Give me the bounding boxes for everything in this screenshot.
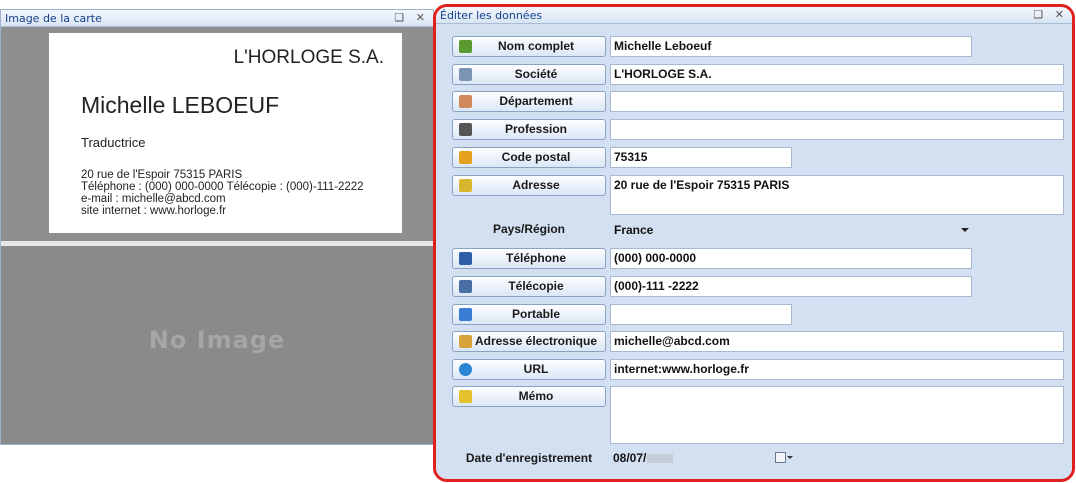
country-select[interactable]: France	[610, 220, 974, 240]
card-company: L'HORLOGE S.A.	[233, 47, 384, 68]
phone-label: Téléphone	[505, 251, 566, 265]
address-button[interactable]: Adresse	[452, 175, 606, 196]
no-image-text: No Image	[148, 326, 286, 354]
globe-icon	[459, 363, 472, 376]
card-address: 20 rue de l'Espoir 75315 PARIS	[81, 169, 243, 181]
postal-icon	[459, 151, 472, 164]
dropdown-arrow-icon[interactable]	[787, 456, 793, 459]
company-label: Société	[514, 67, 558, 81]
mobile-field[interactable]	[610, 304, 792, 325]
profession-field[interactable]	[610, 119, 1064, 140]
email-button[interactable]: Adresse électronique	[452, 331, 606, 352]
email-field[interactable]: michelle@abcd.com	[610, 331, 1064, 352]
mobile-button[interactable]: Portable	[452, 304, 606, 325]
company-button[interactable]: Société	[452, 64, 606, 85]
card-image-pane: Image de la carte ❑ ✕ L'HORLOGE S.A. Mic…	[0, 9, 434, 445]
card-phone: Téléphone : (000) 000-0000 Télécopie : (…	[81, 181, 364, 193]
calendar-icon[interactable]	[775, 452, 786, 463]
fax-button[interactable]: Télécopie	[452, 276, 606, 297]
edit-pane-controls[interactable]: ❑ ✕	[1033, 8, 1068, 21]
card-site: site internet : www.horloge.fr	[81, 205, 227, 217]
url-label: URL	[523, 362, 549, 376]
card-job-title: Traductrice	[81, 135, 146, 150]
postal-code-field[interactable]: 75315	[610, 147, 792, 168]
fax-label: Télécopie	[508, 279, 564, 293]
business-card-front: L'HORLOGE S.A. Michelle LEBOEUF Traductr…	[49, 33, 402, 233]
date-picker[interactable]: 08/07/	[610, 448, 793, 469]
mobile-icon	[459, 308, 472, 321]
department-field[interactable]	[610, 91, 1064, 112]
memo-button[interactable]: Mémo	[452, 386, 606, 407]
edit-pane-title-bar: Éditer les données ❑ ✕	[436, 7, 1072, 24]
company-field[interactable]: L'HORLOGE S.A.	[610, 64, 1064, 85]
department-button[interactable]: Département	[452, 91, 606, 112]
postal-code-label: Code postal	[501, 150, 571, 164]
card-pane-title-bar: Image de la carte ❑ ✕	[1, 10, 433, 27]
url-button[interactable]: URL	[452, 359, 606, 380]
phone-field[interactable]: (000) 000-0000	[610, 248, 972, 269]
phone-icon	[459, 252, 472, 265]
url-field[interactable]: internet:www.horloge.fr	[610, 359, 1064, 380]
postal-code-button[interactable]: Code postal	[452, 147, 606, 168]
card-name: Michelle LEBOEUF	[81, 92, 280, 118]
person-icon	[459, 40, 472, 53]
mobile-label: Portable	[511, 307, 560, 321]
full-name-field[interactable]: Michelle Leboeuf	[610, 36, 972, 57]
department-label: Département	[499, 94, 573, 108]
address-label: Adresse	[512, 178, 560, 192]
worker-icon	[459, 123, 472, 136]
memo-label: Mémo	[518, 389, 554, 403]
country-label: Pays/Région	[492, 222, 566, 236]
memo-field[interactable]	[610, 386, 1064, 444]
full-name-label: Nom complet	[497, 39, 574, 53]
date-value: 08/07/	[613, 451, 647, 465]
card-pane-title: Image de la carte	[5, 12, 102, 25]
edit-data-pane: Éditer les données ❑ ✕ Nom complet Miche…	[433, 4, 1075, 482]
house-icon	[459, 179, 472, 192]
edit-form: Nom complet Michelle Leboeuf Société L'H…	[436, 24, 1072, 479]
phone-button[interactable]: Téléphone	[452, 248, 606, 269]
card-front-area: L'HORLOGE S.A. Michelle LEBOEUF Traductr…	[1, 27, 433, 241]
door-icon	[459, 95, 472, 108]
chevron-down-icon[interactable]	[961, 228, 969, 232]
profession-button[interactable]: Profession	[452, 119, 606, 140]
full-name-button[interactable]: Nom complet	[452, 36, 606, 57]
fax-icon	[459, 280, 472, 293]
card-back-area: No Image	[1, 246, 433, 444]
edit-pane-title: Éditer les données	[440, 9, 543, 22]
profession-label: Profession	[504, 122, 567, 136]
mail-icon	[459, 335, 472, 348]
card-pane-controls[interactable]: ❑ ✕	[394, 11, 429, 24]
address-field[interactable]: 20 rue de l'Espoir 75315 PARIS	[610, 175, 1064, 215]
note-icon	[459, 390, 472, 403]
country-value: France	[614, 223, 654, 237]
date-label: Date d'enregistrement	[465, 451, 593, 465]
building-icon	[459, 68, 472, 81]
card-email: e-mail : michelle@abcd.com	[81, 193, 226, 205]
fax-field[interactable]: (000)-111 -2222	[610, 276, 972, 297]
email-label: Adresse électronique	[474, 334, 598, 348]
redacted-year	[647, 454, 674, 463]
